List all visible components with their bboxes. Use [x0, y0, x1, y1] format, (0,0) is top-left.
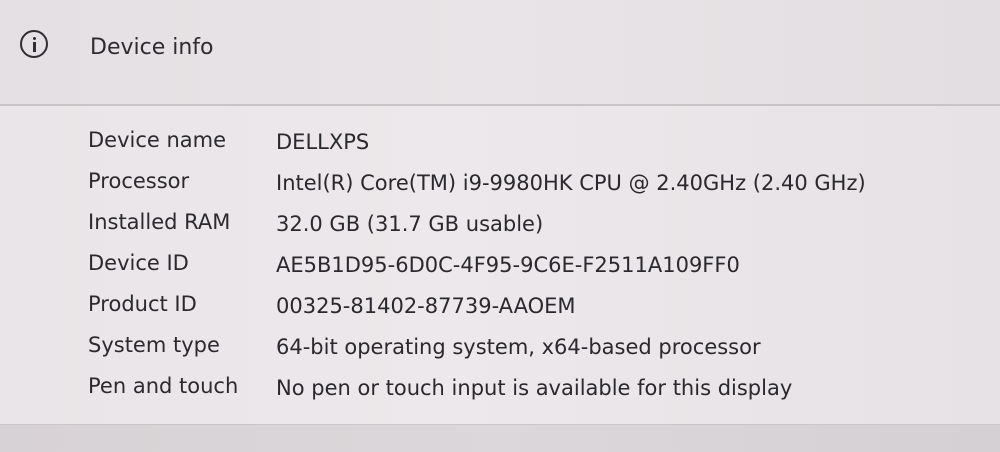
spec-label: Device ID: [88, 251, 189, 275]
spec-label: Product ID: [88, 292, 197, 316]
spec-row-processor: Processor Intel(R) Core(TM) i9-9980HK CP…: [0, 161, 1000, 201]
spec-label: Installed RAM: [88, 210, 231, 234]
spec-value[interactable]: 64-bit operating system, x64-based proce…: [276, 333, 761, 361]
spec-label: Pen and touch: [88, 374, 239, 398]
spec-row-system-type: System type 64-bit operating system, x64…: [0, 325, 1000, 365]
info-icon-dot: [33, 37, 36, 40]
header-divider: [0, 104, 1000, 106]
info-icon: [20, 30, 48, 58]
spec-value[interactable]: No pen or touch input is available for t…: [276, 374, 792, 402]
next-section-edge: [0, 424, 1000, 452]
section-title: Device info: [90, 35, 214, 60]
spec-label: Device name: [88, 128, 227, 152]
spec-value[interactable]: Intel(R) Core(TM) i9-9980HK CPU @ 2.40GH…: [276, 169, 866, 197]
spec-row-product-id: Product ID 00325-81402-87739-AAOEM: [0, 284, 1000, 324]
info-icon-bar: [33, 42, 36, 52]
device-info-header[interactable]: Device info: [0, 0, 1000, 104]
spec-label: System type: [88, 333, 220, 357]
spec-value[interactable]: DELLXPS: [276, 128, 369, 156]
spec-value[interactable]: 00325-81402-87739-AAOEM: [276, 292, 576, 320]
spec-row-pen-and-touch: Pen and touch No pen or touch input is a…: [0, 366, 1000, 406]
spec-row-device-name: Device name DELLXPS: [0, 120, 1000, 160]
spec-value[interactable]: 32.0 GB (31.7 GB usable): [276, 210, 543, 238]
spec-row-installed-ram: Installed RAM 32.0 GB (31.7 GB usable): [0, 202, 1000, 242]
spec-value[interactable]: AE5B1D95-6D0C-4F95-9C6E-F2511A109FF0: [276, 251, 740, 279]
spec-row-device-id: Device ID AE5B1D95-6D0C-4F95-9C6E-F2511A…: [0, 243, 1000, 283]
spec-label: Processor: [88, 169, 190, 193]
device-info-panel: Device info Device name DELLXPS Processo…: [0, 0, 1000, 424]
